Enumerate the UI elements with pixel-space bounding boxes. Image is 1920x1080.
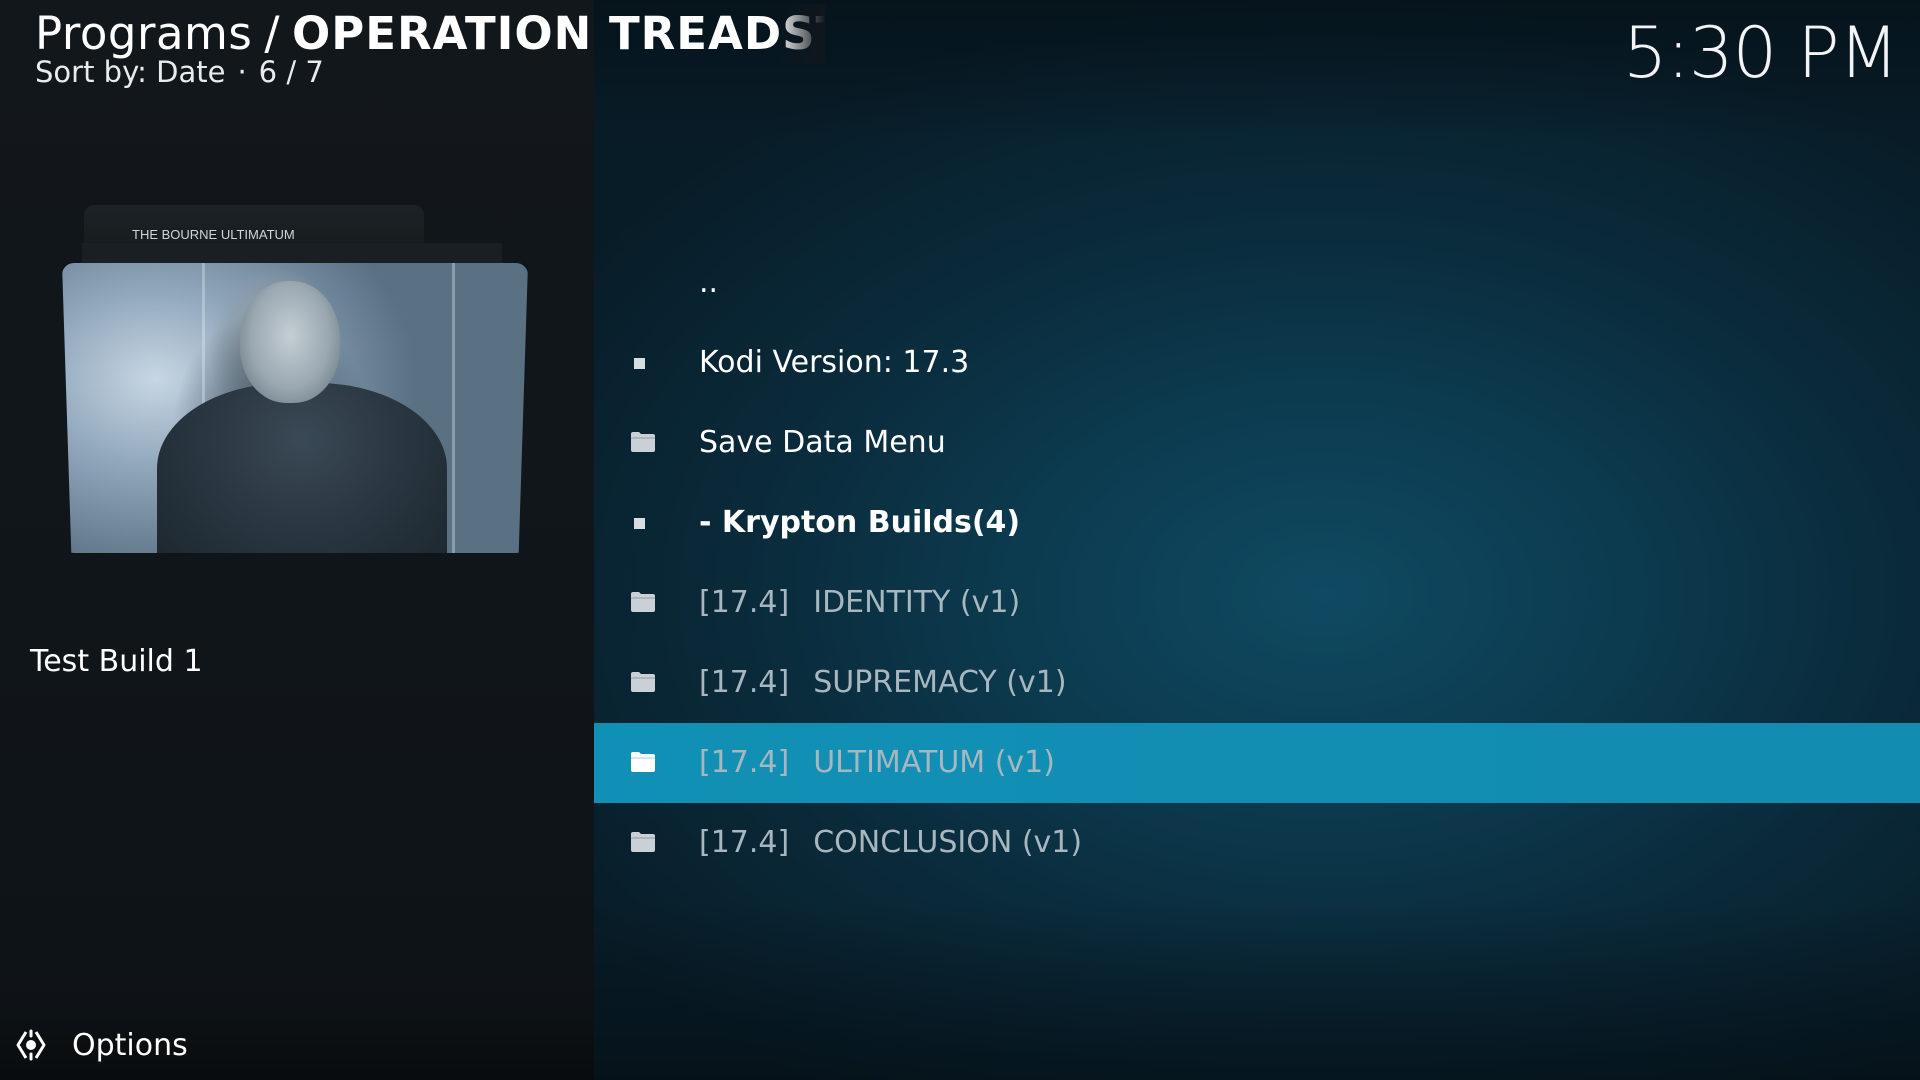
folder-artwork: THE BOURNE ULTIMATUM (62, 205, 528, 555)
build-name: SUPREMACY (v1) (813, 665, 1067, 700)
version-tag: [17.4] (699, 665, 790, 700)
version-tag: [17.4] (699, 825, 790, 860)
sort-info: Sort by: Date · 6 / 7 (35, 52, 324, 92)
list-item-label: [17.4] ULTIMATUM (v1) (699, 723, 1055, 803)
bullet-icon (634, 518, 645, 529)
folder-icon (631, 752, 655, 772)
build-name: IDENTITY (v1) (813, 585, 1021, 620)
version-tag: [17.4] (699, 585, 790, 620)
list-item-conclusion[interactable]: [17.4] CONCLUSION (v1) (594, 803, 1920, 883)
list-item-label: Kodi Version: 17.3 (699, 345, 970, 380)
build-name: ULTIMATUM (v1) (813, 745, 1055, 780)
list-item-supremacy[interactable]: [17.4] SUPREMACY (v1) (594, 643, 1920, 723)
sort-label: Sort by: Date (35, 55, 226, 89)
selected-item-title: Test Build 1 (30, 644, 203, 679)
sort-separator-dot: · (237, 55, 247, 89)
folder-icon (631, 432, 655, 452)
list-item-label: [17.4] SUPREMACY (v1) (699, 643, 1067, 723)
list-item-label: [17.4] IDENTITY (v1) (699, 563, 1020, 643)
file-list: .. Kodi Version: 17.3 Save Data Menu - K… (594, 243, 1920, 883)
list-item-ultimatum[interactable]: [17.4] ULTIMATUM (v1) (594, 723, 1920, 803)
bullet-icon (634, 358, 645, 369)
poster-figure-head (240, 281, 340, 403)
folder-artwork-poster (62, 263, 528, 553)
folder-icon (631, 832, 655, 852)
poster-motion-streak (452, 263, 455, 553)
folder-artwork-back (82, 243, 502, 263)
list-item-krypton-builds[interactable]: - Krypton Builds(4) (594, 483, 1920, 563)
list-item-label: - Krypton Builds(4) (699, 505, 1021, 540)
build-name: CONCLUSION (v1) (813, 825, 1083, 860)
item-position: 6 / 7 (258, 55, 324, 89)
list-item-kodi-version[interactable]: Kodi Version: 17.3 (594, 323, 1920, 403)
folder-icon (631, 672, 655, 692)
breadcrumb-current: OPERATION TREADSTON (291, 7, 825, 60)
options-button[interactable]: Options (12, 1025, 188, 1065)
version-tag: [17.4] (699, 745, 790, 780)
list-item-label: Save Data Menu (699, 425, 946, 460)
poster-figure-body (157, 383, 447, 553)
folder-icon (631, 592, 655, 612)
list-item-identity[interactable]: [17.4] IDENTITY (v1) (594, 563, 1920, 643)
list-item-label: [17.4] CONCLUSION (v1) (699, 803, 1082, 883)
options-gear-icon (16, 1029, 46, 1061)
kodi-screen: Programs/OPERATION TREADSTON Sort by: Da… (0, 0, 1920, 1080)
list-item-parent[interactable]: .. (594, 243, 1920, 323)
folder-artwork-tab-label: THE BOURNE ULTIMATUM (132, 227, 295, 242)
list-item-save-data-menu[interactable]: Save Data Menu (594, 403, 1920, 483)
options-label: Options (72, 1027, 188, 1063)
list-item-label: .. (699, 265, 719, 300)
clock: 5:30 PM (1622, 12, 1899, 94)
